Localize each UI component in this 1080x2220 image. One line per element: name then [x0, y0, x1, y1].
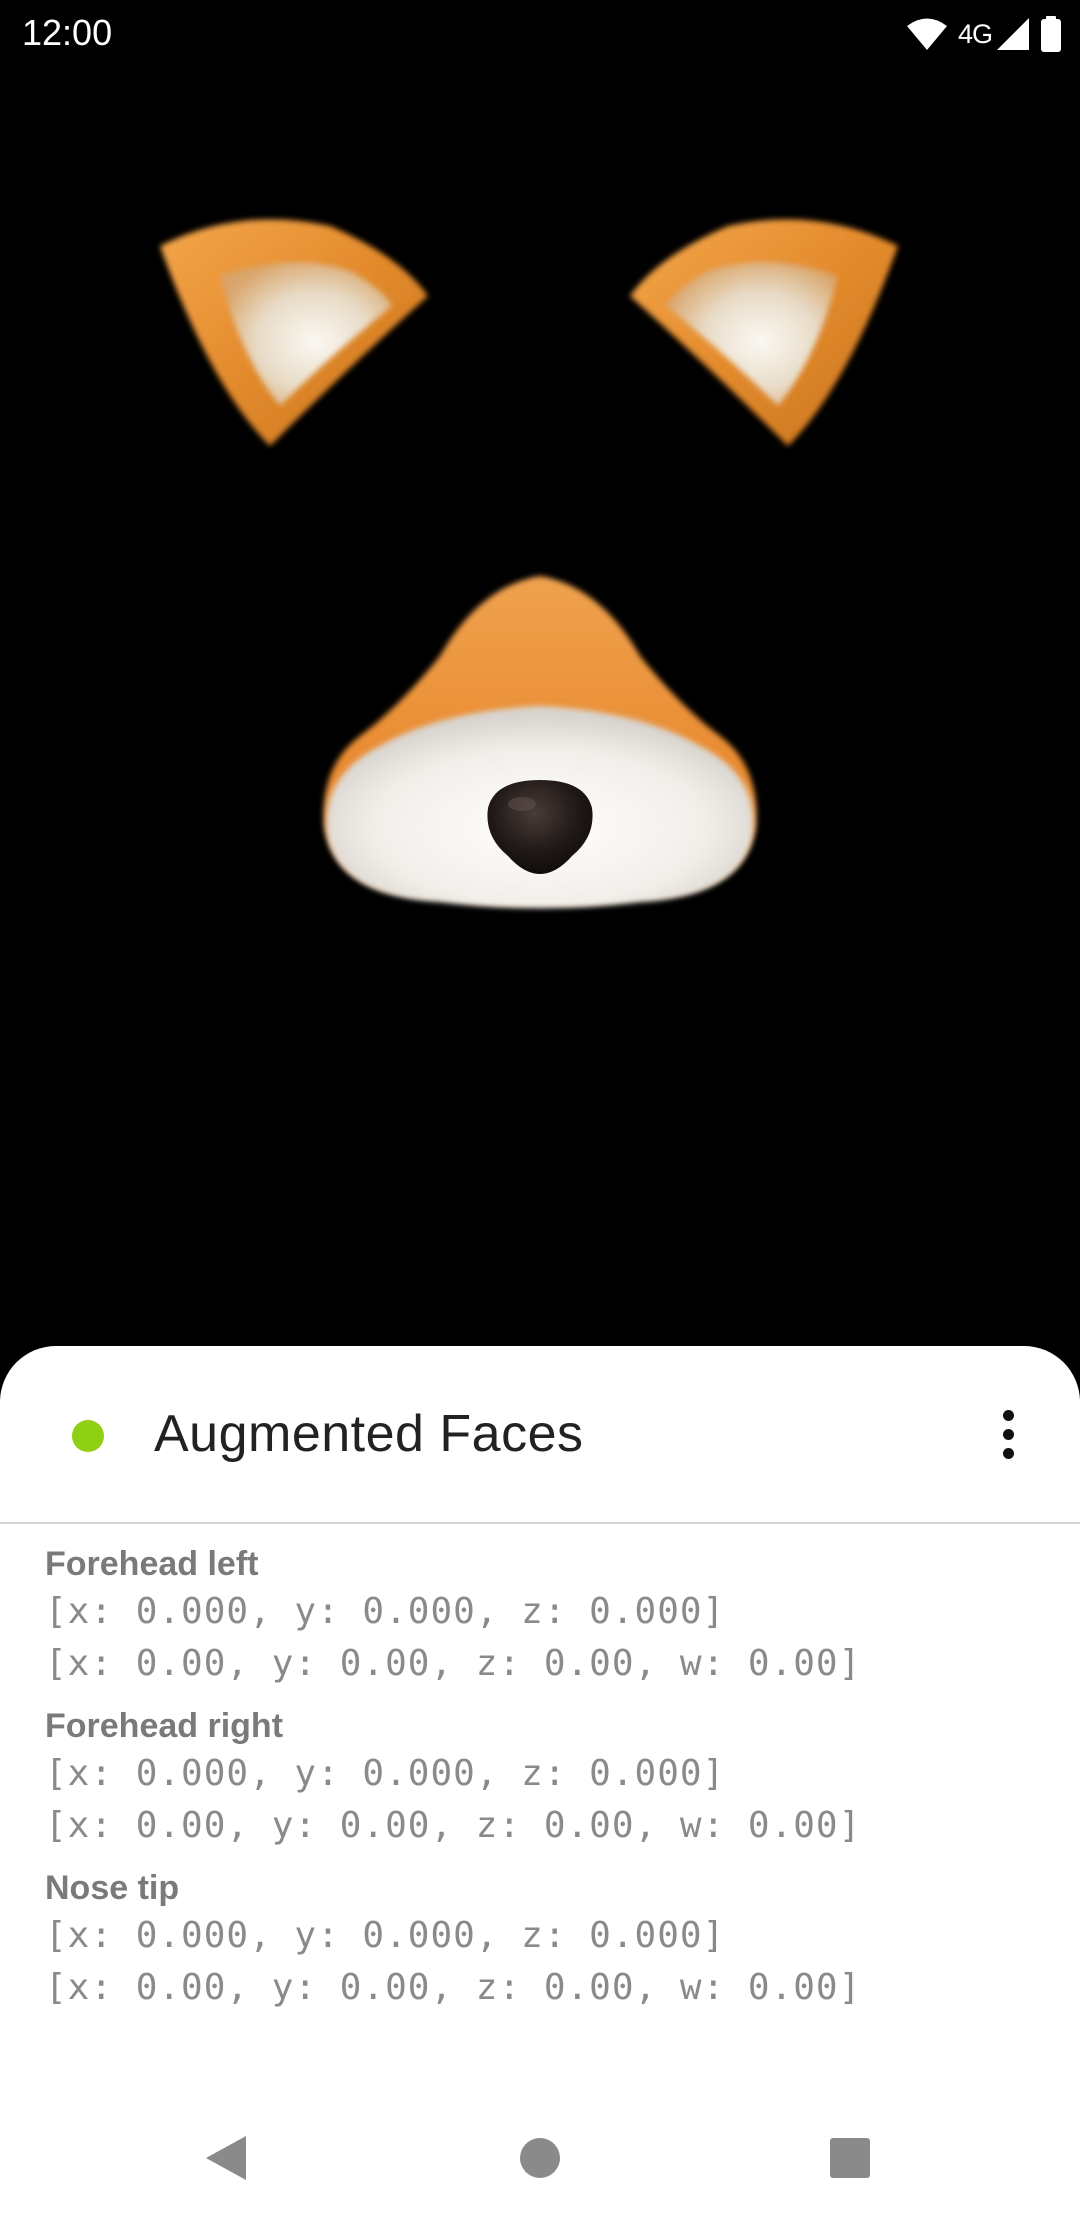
back-button[interactable]	[196, 2128, 256, 2188]
screen: 12:00 4G Augmented Faces Forehead left […	[0, 0, 1080, 2220]
landmark-item: Nose tip [x: 0.000, y: 0.000, z: 0.000] …	[45, 1866, 1045, 2014]
landmark-rotation: [x: 0.00, y: 0.00, z: 0.00, w: 0.00]	[45, 1805, 862, 1846]
landmark-position: [x: 0.000, y: 0.000, z: 0.000]	[45, 1753, 726, 1794]
tracking-status-indicator	[72, 1420, 104, 1452]
landmark-list: Forehead left [x: 0.000, y: 0.000, z: 0.…	[45, 1542, 1045, 2028]
landmark-position: [x: 0.000, y: 0.000, z: 0.000]	[45, 1591, 726, 1632]
left-ear	[160, 219, 428, 446]
landmark-item: Forehead right [x: 0.000, y: 0.000, z: 0…	[45, 1704, 1045, 1852]
landmark-rotation: [x: 0.00, y: 0.00, z: 0.00, w: 0.00]	[45, 1967, 862, 2008]
status-time: 12:00	[22, 12, 113, 53]
landmark-name: Nose tip	[45, 1869, 180, 1907]
sheet-header: Augmented Faces	[0, 1346, 1080, 1524]
network-type-label: 4G	[957, 18, 993, 49]
recents-button[interactable]	[820, 2128, 880, 2188]
landmark-name: Forehead left	[45, 1545, 259, 1583]
face-filter-overlay	[160, 219, 898, 908]
landmark-position: [x: 0.000, y: 0.000, z: 0.000]	[45, 1915, 726, 1956]
battery-icon	[1041, 16, 1061, 52]
more-options-button[interactable]	[980, 1398, 1036, 1470]
cell-signal-icon	[997, 18, 1029, 50]
status-bar: 12:00 4G	[0, 0, 1080, 66]
status-icons: 4G	[906, 14, 1062, 54]
landmark-name: Forehead right	[45, 1707, 284, 1745]
more-vert-icon	[1002, 1409, 1014, 1421]
camera-view[interactable]	[0, 66, 1080, 1356]
recents-square-icon	[830, 2138, 870, 2178]
back-triangle-icon	[206, 2136, 246, 2180]
bottom-sheet[interactable]: Augmented Faces Forehead left [x: 0.000,…	[0, 1346, 1080, 2220]
home-button[interactable]	[510, 2128, 570, 2188]
right-ear	[630, 219, 898, 446]
navigation-bar	[0, 2090, 1080, 2220]
wifi-icon	[906, 18, 947, 50]
landmark-rotation: [x: 0.00, y: 0.00, z: 0.00, w: 0.00]	[45, 1643, 862, 1684]
sheet-title: Augmented Faces	[154, 1405, 584, 1463]
landmark-item: Forehead left [x: 0.000, y: 0.000, z: 0.…	[45, 1542, 1045, 1690]
home-circle-icon	[520, 2138, 560, 2178]
